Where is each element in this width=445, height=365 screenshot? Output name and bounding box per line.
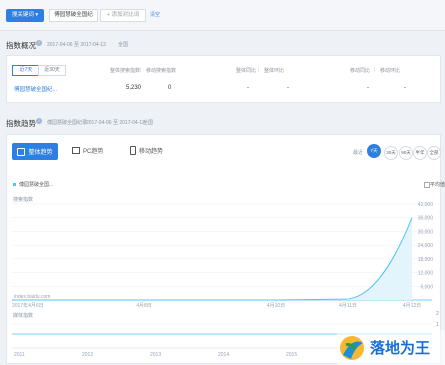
period-tab-7d[interactable]: 近7天 <box>12 65 40 76</box>
tab-pc-trend[interactable]: PC趋势 <box>72 146 103 155</box>
tab-overall-trend[interactable]: 整体趋势 <box>12 143 58 160</box>
col-mobile-index: 移动搜索指数 <box>146 68 177 74</box>
y-tick-label: 42,000 <box>418 202 434 208</box>
y-tick-label: 18,000 <box>418 257 434 263</box>
range-30d-button[interactable]: 30天 <box>384 146 398 160</box>
col-mobile-mom: 移动环比 <box>380 68 401 74</box>
x-tick-label: 4月12日 <box>403 303 421 309</box>
chart-watermark: index.baidu.com <box>14 294 50 300</box>
legend-label[interactable]: 傅园慧破全国... <box>19 181 53 188</box>
overview-keyword-link[interactable]: 傅园慧破全国纪... <box>14 85 57 93</box>
lower-tick-label: 2011 <box>14 352 25 358</box>
phone-icon <box>130 146 136 155</box>
y-tick-label: 30,000 <box>418 229 434 235</box>
col-divider: | <box>374 67 376 73</box>
lower-tick-label: 2014 <box>218 352 229 358</box>
y-tick-label: 12,000 <box>418 271 434 277</box>
range-all-button[interactable]: 全部 <box>427 146 441 160</box>
trend-chart: 42,000 36,000 30,000 24,000 18,000 12,000 6,00… <box>12 202 434 309</box>
brand-logo-text: 落地为王 <box>370 339 431 357</box>
brand-logo-icon <box>340 335 364 360</box>
overall-index-value: 5,230 <box>126 85 142 91</box>
keyword-tab[interactable]: 傅园慧破全国纪 <box>49 9 98 22</box>
period-tab-30d[interactable]: 近30天 <box>38 65 66 76</box>
x-tick-label: 2017年4月6日 <box>12 302 44 309</box>
avg-label: 平均值 <box>430 182 445 188</box>
x-tick-label: 4月11日 <box>339 303 357 309</box>
legend-swatch <box>13 183 16 186</box>
overview-title: 指数概况 <box>6 41 36 50</box>
lower-chart-value-2: 2 <box>436 311 439 317</box>
trend-title: 指数趋势 <box>6 119 36 128</box>
add-compare-button[interactable]: + 添加对比词 <box>100 9 146 22</box>
keyword-dropdown-button[interactable]: 搜关键词 ▾ <box>6 9 44 22</box>
trend-scope: 全国 <box>143 120 154 126</box>
tab-mobile-trend-label: 移动趋势 <box>139 149 164 155</box>
col-divider: | <box>140 67 142 73</box>
tab-pc-trend-label: PC趋势 <box>83 149 104 155</box>
trend-subtitle: 傅园慧破全国纪录 <box>47 120 88 126</box>
trend-date-range: 2017-04-06 至 2017-04-12 <box>86 120 145 126</box>
monitor-icon <box>72 147 80 154</box>
trend-chart-icon <box>17 147 26 156</box>
mobile-yoy-value: - <box>367 85 369 91</box>
tab-overall-trend-label: 整体趋势 <box>28 150 53 156</box>
overview-date-range: 2017-04-06 至 2017-04-12 <box>47 42 106 48</box>
y-tick-label: 6,000 <box>420 284 433 290</box>
overview-panel <box>6 55 441 103</box>
info-icon[interactable]: i <box>36 118 42 124</box>
range-label: 最近 <box>353 150 364 156</box>
col-divider: | <box>258 67 260 73</box>
y-tick-label: 24,000 <box>418 243 434 249</box>
lower-tick-label: 2013 <box>150 352 161 358</box>
clear-link[interactable]: 清空 <box>150 11 160 18</box>
col-overall-index: 整体搜索指数 <box>110 68 141 74</box>
x-tick-label: 4月10日 <box>267 303 285 309</box>
range-halfyear-button[interactable]: 半年 <box>413 146 427 160</box>
x-tick-label: 4月8日 <box>136 303 152 309</box>
lower-tick-label: 2015 <box>286 352 297 358</box>
range-90d-button[interactable]: 90天 <box>399 146 413 160</box>
col-overall-mom: 整体环比 <box>264 68 285 74</box>
mobile-index-value: 0 <box>168 85 172 91</box>
overall-mom-value: - <box>287 85 289 91</box>
info-icon[interactable]: i <box>36 40 42 46</box>
tab-mobile-trend[interactable]: 移动趋势 <box>130 146 163 155</box>
range-7d-button[interactable]: 7天 <box>367 144 381 158</box>
overall-yoy-value: - <box>247 85 249 91</box>
overview-scope: 全国 <box>118 42 129 48</box>
col-mobile-yoy: 移动同比 <box>350 68 371 74</box>
y-tick-label: 36,000 <box>418 216 434 222</box>
brand-watermark: 落地为王 <box>337 330 445 365</box>
col-overall-yoy: 整体同比 <box>236 68 257 74</box>
mobile-mom-value: - <box>404 85 406 91</box>
lower-tick-label: 2012 <box>82 352 93 358</box>
